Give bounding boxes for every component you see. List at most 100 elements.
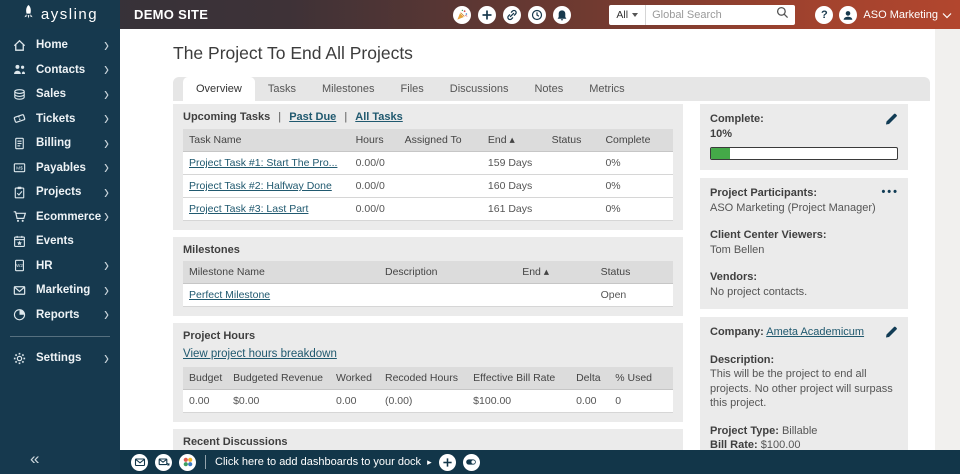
quick-links-button[interactable]: [503, 5, 522, 24]
dock-hint-text[interactable]: Click here to add dashboards to your doc…: [215, 456, 421, 468]
company-link[interactable]: Ameta Academicum: [766, 326, 864, 338]
hours-budget: 0.00: [183, 389, 228, 413]
sidebar-item-contacts[interactable]: Contacts ›: [0, 58, 120, 83]
recent-history-button[interactable]: [528, 5, 547, 24]
milestone-status: Open: [594, 283, 673, 307]
col-delta[interactable]: Delta: [570, 367, 610, 390]
project-hours-table: Budget Budgeted Revenue Worked Recoded H…: [183, 367, 673, 413]
sidebar-item-settings[interactable]: Settings ›: [0, 346, 120, 371]
participants-value: ASO Marketing (Project Manager): [710, 201, 876, 214]
search-icon[interactable]: [776, 6, 789, 24]
col-task-name[interactable]: Task Name: [183, 129, 350, 152]
dock-mail-button[interactable]: [131, 453, 148, 471]
task-link[interactable]: Project Task #1: Start The Pro...: [189, 157, 337, 169]
sidebar-item-events[interactable]: Events: [0, 229, 120, 254]
hours-recoded: (0.00): [378, 389, 468, 413]
dock-campaign-button[interactable]: [155, 453, 172, 471]
edit-completion-button[interactable]: [885, 111, 899, 130]
user-avatar[interactable]: [839, 5, 858, 24]
sidebar-item-label: Contacts: [36, 63, 86, 76]
task-hours: 0.00/0: [349, 197, 399, 221]
sidebar-item-label: Projects: [36, 186, 82, 199]
dock-community-button[interactable]: [179, 453, 196, 471]
col-complete[interactable]: Complete: [599, 129, 673, 152]
sidebar-item-home[interactable]: Home ›: [0, 33, 120, 58]
task-end: 159 Days: [481, 151, 546, 175]
task-end: 161 Days: [481, 197, 546, 221]
sidebar-item-projects[interactable]: Projects ›: [0, 180, 120, 205]
sidebar-item-label: HR: [36, 259, 53, 272]
col-recoded-hours[interactable]: Recoded Hours: [378, 367, 468, 390]
col-pct-used[interactable]: % Used: [609, 367, 673, 390]
col-description[interactable]: Description: [379, 261, 517, 284]
past-due-link[interactable]: Past Due: [289, 111, 336, 123]
task-link[interactable]: Project Task #3: Last Part: [189, 203, 308, 215]
help-button[interactable]: ?: [815, 5, 834, 24]
search-scope-select[interactable]: All: [609, 4, 647, 25]
tab-tasks[interactable]: Tasks: [255, 77, 309, 101]
hours-breakdown-link[interactable]: View project hours breakdown: [183, 348, 337, 360]
sidebar-item-reports[interactable]: Reports ›: [0, 303, 120, 328]
sidebar-item-sales[interactable]: Sales ›: [0, 82, 120, 107]
tab-milestones[interactable]: Milestones: [309, 77, 388, 101]
vendors-label: Vendors:: [710, 271, 758, 283]
hours-worked: 0.00: [329, 389, 379, 413]
col-effective-bill-rate[interactable]: Effective Bill Rate: [467, 367, 571, 390]
link-icon: [506, 9, 518, 21]
main-content: The Project To End All Projects Overview…: [120, 29, 960, 450]
milestone-link[interactable]: Perfect Milestone: [189, 289, 270, 301]
col-budget[interactable]: Budget: [183, 367, 228, 390]
add-dashboard-button[interactable]: [438, 453, 456, 471]
tab-files[interactable]: Files: [388, 77, 437, 101]
w2-document-icon: W2: [11, 258, 27, 273]
user-menu-label[interactable]: ASO Marketing: [863, 9, 938, 21]
sidebar-item-billing[interactable]: Billing ›: [0, 131, 120, 156]
project-hours-title: Project Hours: [183, 330, 256, 342]
hours-delta: 0.00: [570, 389, 610, 413]
hours-rate: $100.00: [467, 389, 571, 413]
pencil-icon: [885, 326, 899, 341]
tab-discussions[interactable]: Discussions: [437, 77, 522, 101]
app-logo[interactable]: aysling: [0, 0, 120, 29]
more-options-icon[interactable]: •••: [881, 185, 899, 200]
chevron-right-icon: ›: [104, 82, 109, 106]
col-assigned-to[interactable]: Assigned To: [398, 129, 482, 152]
col-status[interactable]: Status: [545, 129, 600, 152]
task-link[interactable]: Project Task #2: Halfway Done: [189, 180, 332, 192]
sidebar-item-tickets[interactable]: Tickets ›: [0, 107, 120, 132]
col-budgeted-revenue[interactable]: Budgeted Revenue: [227, 367, 330, 390]
all-tasks-link[interactable]: All Tasks: [355, 111, 403, 123]
sidebar-item-payables[interactable]: M$ Payables ›: [0, 156, 120, 181]
tab-notes[interactable]: Notes: [521, 77, 576, 101]
task-status: [545, 197, 600, 221]
whats-new-button[interactable]: [453, 5, 472, 24]
tab-overview[interactable]: Overview: [183, 77, 255, 101]
user-menu-chevron-icon[interactable]: [942, 6, 952, 24]
sidebar-collapse-button[interactable]: «: [30, 449, 39, 469]
sidebar-item-ecommerce[interactable]: Ecommerce ›: [0, 205, 120, 230]
svg-text:W2: W2: [16, 263, 23, 268]
tab-metrics[interactable]: Metrics: [576, 77, 637, 101]
table-header-row: Milestone Name Description End ▴ Status: [183, 261, 673, 284]
sidebar-item-label: Sales: [36, 88, 67, 101]
col-end[interactable]: End ▴: [481, 129, 546, 152]
col-milestone-name[interactable]: Milestone Name: [183, 261, 379, 284]
toggle-icon: [465, 456, 477, 468]
search-scope-value: All: [616, 8, 629, 21]
global-search-input[interactable]: [646, 8, 777, 21]
notifications-button[interactable]: [553, 5, 572, 24]
chevron-right-icon: ›: [104, 278, 109, 302]
home-icon: [11, 38, 27, 53]
col-worked[interactable]: Worked: [329, 367, 379, 390]
calendar-star-icon: [11, 234, 27, 249]
edit-details-button[interactable]: [885, 324, 899, 343]
sidebar-item-hr[interactable]: W2 HR ›: [0, 254, 120, 279]
milestones-table: Milestone Name Description End ▴ Status …: [183, 261, 673, 307]
add-new-button[interactable]: [478, 5, 497, 24]
dock-toggle-button[interactable]: [462, 453, 480, 471]
app-window: aysling DEMO SITE All Global Search ? AS…: [0, 0, 960, 474]
col-hours[interactable]: Hours: [349, 129, 399, 152]
col-status[interactable]: Status: [594, 261, 673, 284]
col-end[interactable]: End ▴: [516, 261, 595, 284]
sidebar-item-marketing[interactable]: Marketing ›: [0, 278, 120, 303]
